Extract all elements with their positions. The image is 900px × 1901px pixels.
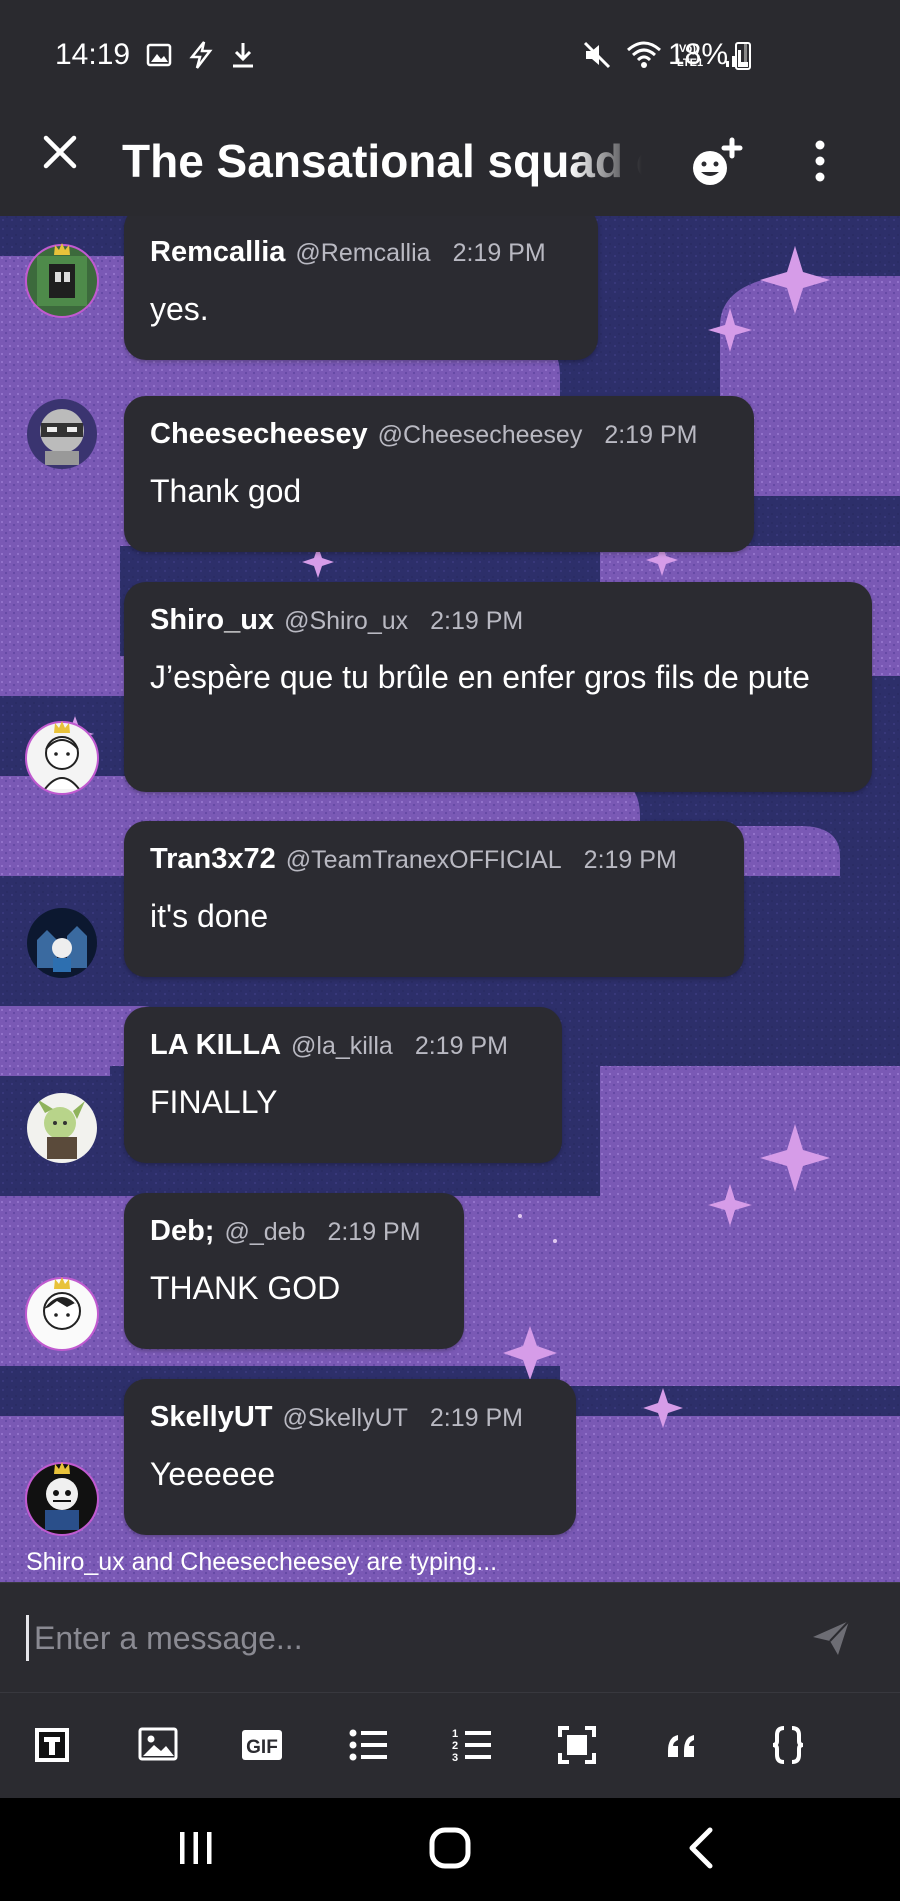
channel-header: The Sansational squad c <box>0 110 900 216</box>
text-cursor <box>26 1615 29 1661</box>
gif-label: GIF <box>246 1737 278 1758</box>
crown-icon <box>54 1277 70 1289</box>
message-author[interactable]: Shiro_ux <box>150 604 274 637</box>
image-icon <box>146 43 172 67</box>
battery-percentage: 18% <box>668 38 729 71</box>
system-nav-bar <box>0 1798 900 1901</box>
channel-title: The Sansational squad c <box>122 135 642 187</box>
text-format-icon[interactable] <box>30 1723 74 1767</box>
message-bubble[interactable]: Tran3x72 @TeamTranexOFFICIAL 2:19 PM it'… <box>124 821 744 977</box>
message-time: 2:19 PM <box>414 1032 508 1060</box>
message-bubble[interactable]: Cheesecheesey @Cheesecheesey 2:19 PM Tha… <box>124 396 754 552</box>
typing-indicator: Shiro_ux and Cheesecheesey are typing... <box>26 1548 498 1576</box>
message-bubble[interactable]: Deb; @_deb 2:19 PM THANK GOD <box>124 1193 464 1349</box>
message-text: Yeeeeee <box>150 1456 276 1492</box>
wifi-icon <box>627 41 661 68</box>
bolt-icon <box>189 41 213 69</box>
more-options-icon[interactable] <box>810 136 830 191</box>
message-handle: @TeamTranexOFFICIAL <box>285 846 562 874</box>
message-author[interactable]: Deb; <box>150 1215 214 1248</box>
message-input[interactable] <box>34 1611 754 1665</box>
send-icon[interactable] <box>810 1617 852 1664</box>
close-icon[interactable] <box>40 132 80 181</box>
bullet-list-icon[interactable] <box>346 1723 390 1767</box>
gif-icon[interactable]: GIF <box>240 1723 284 1767</box>
message-bubble[interactable]: Remcallia @Remcallia 2:19 PM yes. <box>124 216 598 360</box>
message-bubble[interactable]: Shiro_ux @Shiro_ux 2:19 PM J’espère que … <box>124 582 872 792</box>
message-handle: @la_killa <box>291 1032 393 1060</box>
status-time: 14:19 <box>55 38 131 71</box>
avatar[interactable] <box>27 1093 97 1163</box>
message-bubble[interactable]: LA KILLA @la_killa 2:19 PM FINALLY <box>124 1007 562 1163</box>
code-block-icon[interactable] <box>766 1723 810 1767</box>
mute-icon <box>583 41 611 69</box>
message-author[interactable]: Remcallia <box>150 236 285 269</box>
quote-icon[interactable] <box>660 1723 704 1767</box>
status-left-icons <box>146 40 256 70</box>
message-text: J’espère que tu brûle en enfer gros fils… <box>150 659 810 695</box>
message-author[interactable]: Cheesecheesey <box>150 418 368 451</box>
image-icon[interactable] <box>136 1723 180 1767</box>
message-handle: @SkellyUT <box>282 1404 408 1432</box>
battery-icon <box>735 42 751 70</box>
message-time: 2:19 PM <box>583 846 677 874</box>
svg-text:3: 3 <box>452 1752 458 1764</box>
crown-icon <box>54 243 70 255</box>
message-text: THANK GOD <box>150 1270 341 1306</box>
formatting-toolbar: GIF 123 <box>0 1692 900 1798</box>
add-member-icon[interactable] <box>688 134 748 199</box>
avatar[interactable] <box>27 246 97 316</box>
status-bar: 14:19 Vo)) LTE1 18% <box>0 0 900 110</box>
chat-area[interactable]: Remcallia @Remcallia 2:19 PM yes. Cheese… <box>0 216 900 1582</box>
message-handle: @_deb <box>224 1218 306 1246</box>
message-text: it's done <box>150 898 269 934</box>
message-handle: @Shiro_ux <box>284 607 409 635</box>
back-icon[interactable] <box>686 1826 716 1875</box>
crown-icon <box>54 1462 70 1474</box>
download-icon <box>233 43 253 68</box>
message-text: yes. <box>150 291 209 327</box>
message-author[interactable]: SkellyUT <box>150 1401 273 1434</box>
message-text: FINALLY <box>150 1084 278 1120</box>
spoiler-icon[interactable] <box>555 1723 599 1767</box>
crown-icon <box>54 721 70 733</box>
svg-text:2: 2 <box>452 1740 458 1752</box>
svg-text:1: 1 <box>452 1728 458 1740</box>
message-author[interactable]: LA KILLA <box>150 1029 281 1062</box>
avatar[interactable] <box>27 908 97 978</box>
message-time: 2:19 PM <box>604 421 698 449</box>
message-handle: @Cheesecheesey <box>377 421 583 449</box>
message-time: 2:19 PM <box>429 1404 523 1432</box>
message-text: Thank god <box>150 473 302 509</box>
recent-apps-icon[interactable] <box>176 1826 216 1875</box>
numbered-list-icon[interactable]: 123 <box>450 1723 494 1767</box>
message-time: 2:19 PM <box>452 239 546 267</box>
message-handle: @Remcallia <box>295 239 431 267</box>
message-time: 2:19 PM <box>327 1218 421 1246</box>
message-time: 2:19 PM <box>430 607 524 635</box>
message-composer <box>0 1582 900 1692</box>
message-bubble[interactable]: SkellyUT @SkellyUT 2:19 PM Yeeeeee <box>124 1379 576 1535</box>
home-icon[interactable] <box>428 1826 472 1875</box>
message-author[interactable]: Tran3x72 <box>150 843 276 876</box>
avatar[interactable] <box>27 399 97 469</box>
